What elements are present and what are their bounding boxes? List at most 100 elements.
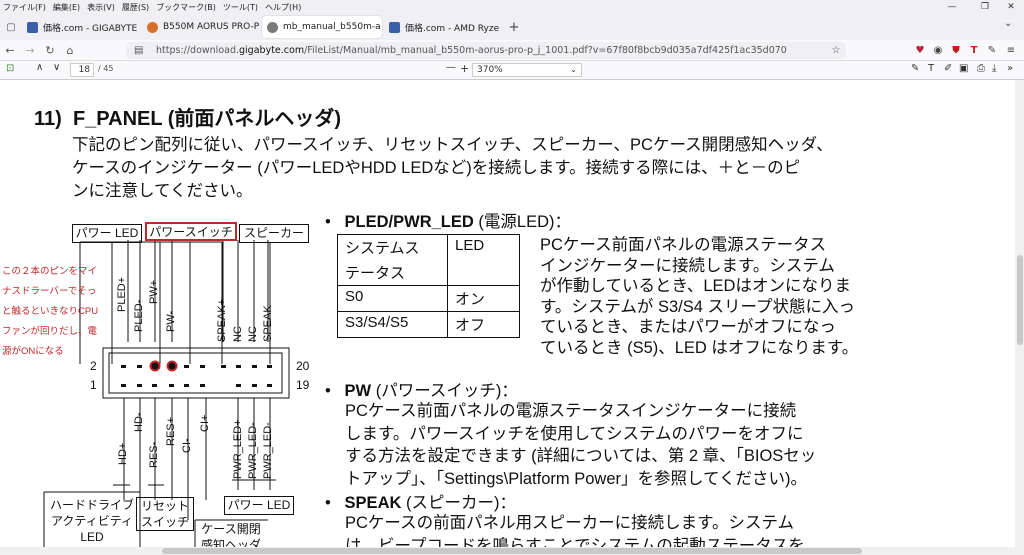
tab-gigabyte-product[interactable]: B550M AORUS PRO-P xyxy=(142,16,260,38)
pin-number: 19 xyxy=(296,378,310,392)
tab-overview-icon[interactable]: ▢ xyxy=(0,22,22,33)
pin-label: SPEAK- xyxy=(262,301,274,342)
desc-line: PCケース前面パネルの電源ステータスインジケーターに接続 xyxy=(345,402,797,420)
pled-title-suffix: (電源LED)： xyxy=(473,213,571,231)
horizontal-scroll-thumb[interactable] xyxy=(162,548,862,554)
forward-icon[interactable]: → xyxy=(20,44,40,57)
ublock-icon[interactable]: ⛊ xyxy=(947,40,965,61)
desc-line: PCケース前面パネルの電源ステータス xyxy=(540,236,827,254)
desc-line: PCケースの前面パネル用スピーカーに接続します。システム xyxy=(345,514,794,532)
pled-description: PCケース前面パネルの電源ステータス インジケーターに接続します。システム が作… xyxy=(540,235,858,358)
prev-page-icon[interactable]: ∧ xyxy=(36,62,43,73)
tab-label: 価格.com - GIGABYTE xyxy=(43,23,138,34)
table-cell: テータス xyxy=(337,260,448,286)
label-line: ケース開閉 xyxy=(201,522,261,536)
desc-line: トアップ」、「Settings\Platform Power」を参照してください… xyxy=(345,469,807,488)
image-icon[interactable]: ▣ xyxy=(959,63,968,74)
sidebar-toggle-icon[interactable]: ⊡ xyxy=(6,63,14,74)
url-prefix: https://download. xyxy=(156,45,240,56)
pin-label: PWR_LED- xyxy=(262,422,274,479)
menu-help[interactable]: ヘルプ(H) xyxy=(265,2,301,13)
reload-icon[interactable]: ↻ xyxy=(40,44,60,57)
account-icon[interactable]: ◉ xyxy=(929,40,947,61)
back-icon[interactable]: ← xyxy=(0,44,20,57)
zoom-select[interactable]: 370% ⌄ xyxy=(472,63,582,77)
print-icon[interactable]: ⎙ xyxy=(977,63,985,74)
more-tools-icon[interactable]: » xyxy=(1007,63,1013,74)
label-speaker: スピーカー xyxy=(239,224,309,243)
draw-icon[interactable]: ✎ xyxy=(911,63,919,74)
table-row: システムス LED xyxy=(337,234,520,260)
menu-edit[interactable]: 編集(E) xyxy=(53,2,80,13)
nav-bar: ← → ↻ ⌂ ▤ https://download.gigabyte.com/… xyxy=(0,40,1024,61)
table-cell xyxy=(447,260,520,286)
new-tab-button[interactable]: + xyxy=(504,20,524,35)
label-reset-switch: リセット スイッチ xyxy=(136,497,194,531)
gigabyte-favicon-icon xyxy=(147,21,158,33)
pin-label: PWR_LED- xyxy=(247,422,259,479)
pin-label: HD- xyxy=(133,412,145,432)
pin-label: SPEAK+ xyxy=(216,298,228,342)
tab-pdf-manual[interactable]: mb_manual_b550m-a ✕ xyxy=(262,16,382,38)
page-number-input[interactable]: 18 xyxy=(70,63,94,77)
menu-tools[interactable]: ツール(T) xyxy=(223,2,258,13)
restore-button[interactable]: ❐ xyxy=(973,0,997,14)
tab-label: mb_manual_b550m-a xyxy=(283,22,381,32)
download-icon[interactable]: ⤓ xyxy=(992,63,996,74)
pin-label: PLED- xyxy=(133,299,145,332)
highlight-icon[interactable]: ✐ xyxy=(944,63,952,74)
zoom-in-button[interactable]: + xyxy=(460,62,469,75)
text-icon[interactable]: T xyxy=(928,63,934,74)
next-page-icon[interactable]: ∨ xyxy=(53,62,60,73)
tab-kakaku-gigabyte[interactable]: 価格.com - GIGABYTE xyxy=(22,16,140,38)
speak-title: SPEAK xyxy=(344,494,402,512)
pin-label: RES+ xyxy=(165,416,177,446)
tab-kakaku-amd[interactable]: 価格.com - AMD Ryze xyxy=(384,16,502,38)
speak-title-suffix: (スピーカー)： xyxy=(401,494,516,512)
horizontal-scrollbar[interactable] xyxy=(0,547,1015,555)
pled-heading: • PLED/PWR_LED (電源LED)： xyxy=(325,208,571,232)
desc-line: する方法を設定できます (詳細については、第 2 章、「BIOSセッ xyxy=(345,447,817,465)
bookmark-star-icon[interactable]: ☆ xyxy=(827,40,845,61)
label-line: スイッチ xyxy=(140,515,189,529)
note-line: ナスドラーバーでそっ xyxy=(2,286,97,297)
desc-line: は、ビープコードを鳴らすことでシステムの起動ステータスを xyxy=(345,536,805,548)
menu-file[interactable]: ファイル(F) xyxy=(3,2,46,13)
table-cell: S0 xyxy=(337,285,448,312)
label-line: 感知ヘッダ xyxy=(200,538,261,547)
desc-line: インジケーターに接続します。システム xyxy=(540,256,835,275)
tab-label: 価格.com - AMD Ryze xyxy=(405,23,500,34)
app-menu-icon[interactable]: ≡ xyxy=(1002,40,1020,61)
url-bar[interactable]: ▤ https://download.gigabyte.com/FileList… xyxy=(126,42,846,59)
table-cell: オフ xyxy=(447,311,520,338)
vertical-scroll-thumb[interactable] xyxy=(1017,255,1023,345)
close-window-button[interactable]: ✕ xyxy=(999,0,1023,14)
minimize-button[interactable]: — xyxy=(940,0,964,14)
vertical-scrollbar[interactable] xyxy=(1015,80,1024,555)
url-path: /FileList/Manual/mb_manual_b550m-aorus-p… xyxy=(304,45,787,56)
url-host: gigabyte.com xyxy=(239,45,305,56)
chevron-down-icon: ⌄ xyxy=(570,65,577,74)
translate-icon[interactable]: T xyxy=(965,40,983,61)
status-table: システムス LED テータス S0 オン S3/S4/S5 オフ xyxy=(337,234,520,338)
label-power-led: パワー LED xyxy=(72,224,142,243)
pw-minus-highlight xyxy=(166,360,178,372)
pin-number: 20 xyxy=(296,359,310,373)
pin-number: 2 xyxy=(90,359,97,373)
list-tabs-icon[interactable]: ⌄ xyxy=(1004,18,1012,29)
menu-bookmarks[interactable]: ブックマーク(B) xyxy=(156,2,216,13)
table-row: S0 オン xyxy=(337,285,520,312)
pdf-icon: ▤ xyxy=(134,45,144,56)
home-icon[interactable]: ⌂ xyxy=(60,44,80,57)
extensions-icon[interactable]: ✎ xyxy=(983,40,1001,61)
table-cell: LED xyxy=(447,234,520,260)
bullet: • xyxy=(325,213,331,231)
page-total: / 45 xyxy=(98,64,114,73)
pocket-icon[interactable]: ♥ xyxy=(911,40,929,61)
pin-label: PWR_LED+ xyxy=(232,419,244,479)
menu-view[interactable]: 表示(V) xyxy=(87,2,115,13)
menu-history[interactable]: 履歴(S) xyxy=(122,2,149,13)
label-line: リセット xyxy=(140,499,189,513)
label-hdd-led: ハードドライブ アクティビティ LED xyxy=(44,497,140,545)
zoom-out-button[interactable]: — xyxy=(446,62,456,73)
